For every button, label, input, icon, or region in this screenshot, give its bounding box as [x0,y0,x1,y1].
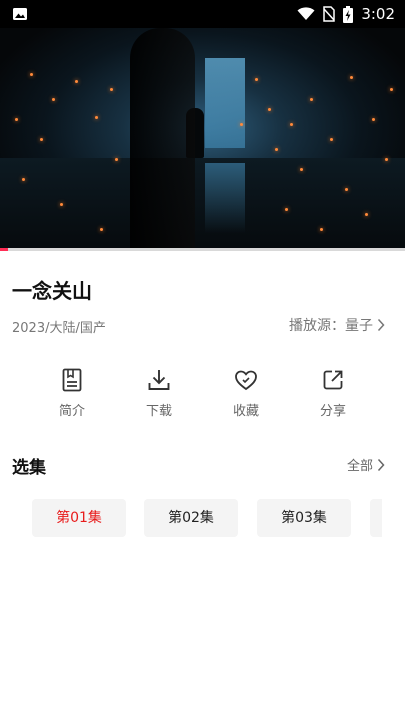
candle-light [290,123,293,126]
image-icon [13,8,27,20]
candle-light [275,148,278,151]
episode-chip[interactable]: 第03集 [257,499,351,537]
chevron-right-icon [377,458,385,471]
candle-light [60,203,63,206]
favorite-icon [235,370,257,391]
episode-chip[interactable]: 第01集 [32,499,126,537]
episode-list: 第01集 第02集 第03集 [32,499,382,537]
candle-light [40,138,43,141]
show-title: 一念关山 [12,279,92,303]
intro-label: 简介 [58,404,85,419]
candle-light [300,168,303,171]
candle-light [385,158,388,161]
video-foreground-figure [130,28,195,250]
candle-light [15,118,18,121]
battery-charging-icon [343,5,354,23]
candle-light [75,80,78,83]
show-meta: 2023/大陆/国产 [12,321,106,336]
video-doorway-reflection [205,163,245,233]
download-icon [148,370,170,390]
candle-light [285,208,288,211]
candle-light [350,76,353,79]
all-episodes-link[interactable]: 全部 [347,455,385,474]
candle-light [115,158,118,161]
favorite-button[interactable]: 收藏 [216,368,276,419]
video-progress-bar[interactable] [0,248,405,251]
episode-chip[interactable]: 第02集 [144,499,238,537]
episodes-heading: 选集 [12,458,46,478]
wifi-icon [297,7,315,20]
candle-light [110,88,113,91]
source-label: 播放源：量子 [289,318,373,334]
candle-light [95,116,98,119]
candle-light [345,188,348,191]
candle-light [30,73,33,76]
candle-light [52,98,55,101]
episode-chip-partial[interactable] [370,499,382,537]
video-player[interactable] [0,28,405,250]
intro-icon [62,368,82,392]
source-selector[interactable]: 播放源：量子 [289,315,385,335]
candle-light [240,123,243,126]
candle-light [100,228,103,231]
chevron-right-icon [377,318,385,332]
intro-button[interactable]: 简介 [42,368,102,419]
download-button[interactable]: 下载 [129,368,189,419]
candle-light [255,78,258,81]
candle-light [320,228,323,231]
status-bar: 3:02 [0,0,405,28]
candle-light [22,178,25,181]
share-icon [323,370,343,390]
candle-light [365,213,368,216]
share-label: 分享 [319,404,346,419]
candle-light [310,98,313,101]
candle-light [268,108,271,111]
download-label: 下载 [145,404,172,419]
action-bar: 简介 下载 收藏 分享 [0,368,405,428]
candle-light [390,88,393,91]
candle-light [372,118,375,121]
candle-light [330,138,333,141]
favorite-label: 收藏 [232,404,259,419]
video-progress-fill [0,248,9,251]
all-episodes-label: 全部 [346,459,373,474]
no-sim-icon [323,6,336,22]
status-icons: 3:02 [297,4,395,24]
share-button[interactable]: 分享 [303,368,363,419]
video-doorway [205,58,245,148]
status-time: 3:02 [361,5,395,23]
